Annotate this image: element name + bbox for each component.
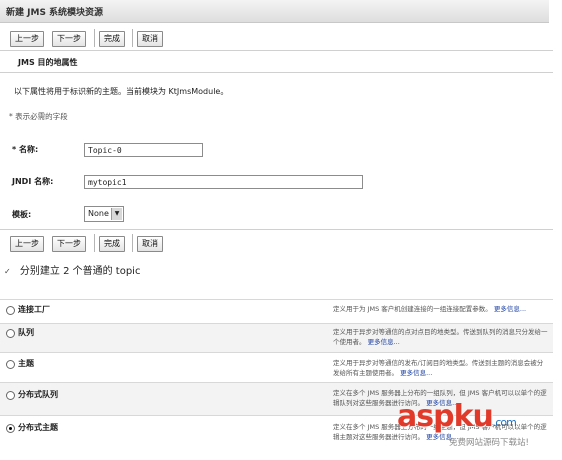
dialog-title: 新建 JMS 系统模块资源 <box>6 8 104 18</box>
button-separator <box>94 29 95 47</box>
dialog-title-bar: 新建 JMS 系统模块资源 <box>0 0 549 23</box>
list-item-description: 定义用于异步对等通信的点对点目的地类型。传送到队列的消息只分发给一个使用者。 更… <box>333 327 548 347</box>
more-info-link[interactable]: 更多信息... <box>400 369 432 377</box>
next-button[interactable]: 下一步 <box>52 31 86 47</box>
list-item-label: 分布式主题 <box>18 423 58 432</box>
list-item-label: 连接工厂 <box>18 305 50 314</box>
doc-paragraph: ✓ 分别建立 2 个普通的 topic <box>4 262 140 277</box>
more-info-link[interactable]: 更多信息... <box>494 305 526 313</box>
finish-button[interactable]: 完成 <box>99 236 125 252</box>
description-text: 定义用于为 JMS 客户机创建连接的一组连接配置参数。 <box>333 305 492 313</box>
radio-button[interactable] <box>6 360 15 369</box>
list-item-label: 分布式队列 <box>18 390 58 399</box>
watermark-logo: aspku.com 免费网站源码下载站! <box>393 400 558 455</box>
prev-button[interactable]: 上一步 <box>10 31 44 47</box>
prev-button[interactable]: 上一步 <box>10 236 44 252</box>
doc-text: 分别建立 2 个普通的 topic <box>19 266 141 277</box>
list-item-description: 定义用于为 JMS 客户机创建连接的一组连接配置参数。 更多信息... <box>333 304 548 314</box>
radio-button-selected[interactable] <box>6 424 15 433</box>
section-heading: JMS 目的地属性 <box>18 58 78 67</box>
next-button[interactable]: 下一步 <box>52 236 86 252</box>
name-input[interactable]: Topic-0 <box>84 143 203 157</box>
watermark-slogan: 免费网站源码下载站! <box>449 438 529 448</box>
list-item[interactable]: 队列 定义用于异步对等通信的点对点目的地类型。传送到队列的消息只分发给一个使用者… <box>0 323 553 353</box>
template-select[interactable]: None ▼ <box>84 206 124 222</box>
list-item[interactable]: 连接工厂 定义用于为 JMS 客户机创建连接的一组连接配置参数。 更多信息... <box>0 299 553 324</box>
description-text: 定义用于异步对等通信的点对点目的地类型。传送到队列的消息只分发给一个使用者。 <box>333 328 548 346</box>
checkmark-icon: ✓ <box>4 267 11 276</box>
divider <box>0 50 553 51</box>
radio-button[interactable] <box>6 306 15 315</box>
list-item-description: 定义用于异步对等通信的发布/订阅目的地类型。传送到主题的消息会被分发给所有主题使… <box>333 358 548 378</box>
finish-button[interactable]: 完成 <box>99 31 125 47</box>
radio-button[interactable] <box>6 329 15 338</box>
button-separator <box>132 234 133 252</box>
radio-button[interactable] <box>6 391 15 400</box>
divider <box>0 72 553 73</box>
button-separator <box>94 234 95 252</box>
cancel-button[interactable]: 取消 <box>137 31 163 47</box>
description-text: 定义用于异步对等通信的发布/订阅目的地类型。传送到主题的消息会被分发给所有主题使… <box>333 359 544 377</box>
jndi-label: JNDI 名称: <box>12 177 54 186</box>
chevron-down-icon: ▼ <box>111 208 122 220</box>
template-select-value: None <box>88 209 109 218</box>
list-item-label: 主题 <box>18 359 34 368</box>
required-note: * 表示必需的字段 <box>9 112 68 121</box>
divider <box>0 229 553 230</box>
cancel-button[interactable]: 取消 <box>137 236 163 252</box>
watermark-brand: aspku.com <box>397 399 517 434</box>
list-item[interactable]: 主题 定义用于异步对等通信的发布/订阅目的地类型。传送到主题的消息会被分发给所有… <box>0 352 553 383</box>
name-label: * 名称: <box>12 145 39 154</box>
jndi-input[interactable]: mytopic1 <box>84 175 363 189</box>
more-info-link[interactable]: 更多信息... <box>368 338 400 346</box>
template-label: 模板: <box>12 210 32 219</box>
section-intro: 以下属性将用于标识新的主题。当前模块为 KtJmsModule。 <box>14 87 229 96</box>
list-item-label: 队列 <box>18 328 34 337</box>
button-separator <box>132 29 133 47</box>
